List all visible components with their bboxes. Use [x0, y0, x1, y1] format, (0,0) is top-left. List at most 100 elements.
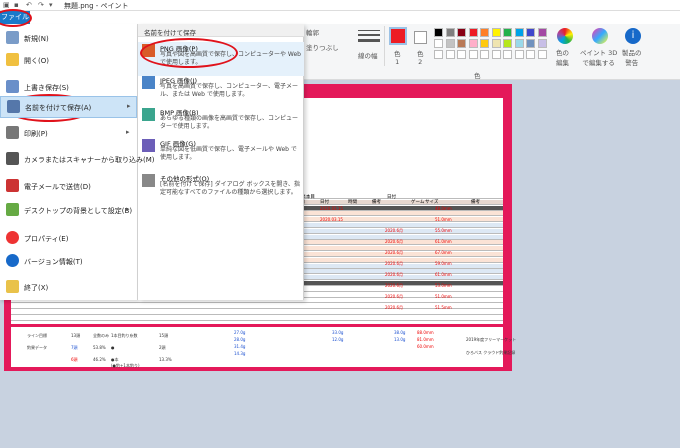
- palette-swatch[interactable]: [468, 28, 478, 37]
- palette-swatch-empty[interactable]: [514, 50, 524, 59]
- palette-swatch-empty[interactable]: [468, 50, 478, 59]
- palette-swatch-empty[interactable]: [434, 50, 443, 59]
- palette-swatch-empty[interactable]: [491, 50, 501, 59]
- file-menu-item[interactable]: 新規(N): [0, 28, 137, 50]
- colors-group-label: 色: [474, 72, 481, 80]
- divider: [384, 26, 385, 66]
- file-menu-item-label: 新規(N): [24, 35, 49, 43]
- table-size-cell: 51.0mm: [435, 294, 452, 299]
- table-date-cell: 2020.6月: [385, 294, 403, 299]
- palette-swatch[interactable]: [445, 28, 455, 37]
- file-menu-item[interactable]: 開く(O): [0, 50, 137, 72]
- table-size-cell: 55.0mm: [435, 228, 452, 233]
- table-header-cell: ゲーム: [411, 200, 425, 205]
- summary-value-cell: 88.0mm: [417, 330, 434, 335]
- palette-swatch-empty[interactable]: [445, 50, 455, 59]
- color1-label: 色 1: [394, 50, 401, 66]
- printer-icon: [6, 126, 19, 139]
- file-menu-item[interactable]: プロパティ(E): [0, 228, 137, 250]
- table-row: [11, 315, 503, 321]
- palette-swatch[interactable]: [480, 39, 489, 48]
- summary-value-cell: 13.0g: [394, 337, 406, 342]
- file-menu-item[interactable]: 名前を付けて保存(A) ▸: [0, 96, 137, 118]
- palette-swatch[interactable]: [537, 28, 547, 37]
- new-file-icon: [6, 31, 19, 44]
- customize-quick-access-icon[interactable]: ▾: [49, 1, 53, 9]
- palette-swatch[interactable]: [491, 39, 501, 48]
- save-format-option[interactable]: BMP 画像(B) あらゆる種類の画像を高画質で保存し、コンピューターで使用します…: [138, 106, 304, 140]
- table-date-cell: 2020.03.15: [320, 217, 343, 222]
- summary-cell: 15頭: [159, 333, 169, 338]
- file-menu-item-label: 名前を付けて保存(A): [25, 104, 92, 112]
- palette-swatch[interactable]: [514, 28, 524, 37]
- line-width-label: 線の幅: [358, 52, 378, 60]
- file-menu-item-label: デスクトップの背景として設定(B): [24, 207, 133, 215]
- file-menu-item[interactable]: 終了(X): [0, 277, 137, 299]
- table-date-cell: 2020.6月: [385, 305, 403, 310]
- summary-cell: 13.3%: [159, 357, 172, 362]
- summary-value-cell: 2019年度フリーマーケット: [466, 337, 517, 342]
- edit-colors-icon[interactable]: [557, 28, 573, 44]
- outline-button[interactable]: 輪郭: [306, 27, 319, 37]
- file-menu-item-label: 印刷(P): [24, 130, 48, 138]
- file-menu-item[interactable]: カメラまたはスキャナーから取り込み(M): [0, 149, 155, 171]
- line-width-icon[interactable]: [358, 30, 380, 46]
- file-menu-item[interactable]: バージョン情報(T): [0, 251, 137, 273]
- save-as-icon: [7, 100, 20, 113]
- palette-swatch[interactable]: [457, 39, 466, 48]
- save-format-option[interactable]: JPEG 画像(J) 写真を高画質で保存し、コンピューター、電子メール、または W…: [138, 74, 304, 108]
- palette-swatch[interactable]: [503, 28, 512, 37]
- palette-swatch-empty[interactable]: [537, 50, 547, 59]
- summary-cell: 1本目釣り糸数: [111, 333, 138, 338]
- table-size-cell: 51.5mm: [435, 305, 452, 310]
- summary-value-cell: 81.0mm: [417, 337, 434, 342]
- save-format-option[interactable]: GIF 画像(G) 単純な図を低画質で保存し、電子メールや Web で使用します。: [138, 137, 304, 171]
- fill-button[interactable]: 塗りつぶし: [306, 42, 339, 52]
- summary-value-cell: 33.0g: [332, 330, 344, 335]
- color2-swatch[interactable]: [414, 31, 427, 44]
- product-alert-icon[interactable]: i: [625, 28, 641, 44]
- file-menu-item[interactable]: 電子メールで送信(D): [0, 176, 137, 198]
- color1-swatch[interactable]: [389, 27, 407, 45]
- palette-swatch[interactable]: [514, 39, 524, 48]
- summary-value-cell: 12.0g: [332, 337, 344, 342]
- palette-swatch[interactable]: [468, 39, 478, 48]
- palette-swatch[interactable]: [503, 39, 512, 48]
- palette-swatch-empty[interactable]: [503, 50, 512, 59]
- palette-swatch[interactable]: [480, 28, 489, 37]
- file-menu-item[interactable]: 印刷(P) ▸: [0, 123, 137, 145]
- palette-swatch[interactable]: [434, 28, 443, 37]
- palette-swatch-empty[interactable]: [480, 50, 489, 59]
- palette-swatch[interactable]: [491, 28, 501, 37]
- ribbon-tab-row: [0, 11, 680, 24]
- table-row: [11, 310, 503, 315]
- table-date-cell: 2020.6月: [385, 261, 403, 266]
- palette-swatch[interactable]: [537, 39, 547, 48]
- save-format-option[interactable]: その他の形式(O) [名前を付けて保存] ダイアログ ボックスを開き、指定可能なす…: [138, 172, 304, 206]
- palette-swatch[interactable]: [445, 39, 455, 48]
- redo-icon[interactable]: ↷: [38, 1, 44, 9]
- save-format-description: [名前を付けて保存] ダイアログ ボックスを開き、指定可能なすべてのファイルの種…: [160, 181, 300, 196]
- file-menu-item-label: 上書き保存(S): [24, 84, 69, 92]
- palette-swatch[interactable]: [434, 39, 443, 48]
- paint3d-icon[interactable]: [592, 28, 608, 44]
- file-menu-item-label: 電子メールで送信(D): [24, 183, 91, 191]
- palette-swatch[interactable]: [526, 28, 535, 37]
- palette-swatch-empty[interactable]: [457, 50, 466, 59]
- summary-cell: 53.8%: [93, 345, 106, 350]
- undo-icon[interactable]: ↶: [26, 1, 32, 9]
- save-quick-icon[interactable]: ▪: [14, 1, 19, 9]
- summary-value-cell: 60.0mm: [417, 344, 434, 349]
- table-date-cell: 2020.03.15: [320, 206, 343, 211]
- palette-swatch[interactable]: [457, 28, 466, 37]
- paint3d-label: ペイント 3D で編集する: [580, 49, 618, 67]
- title-bar: ▣ ▪ ↶ ↷ ▾ 無題.png - ペイント: [0, 0, 680, 11]
- palette-swatch-empty[interactable]: [526, 50, 535, 59]
- summary-cell: 全数のみ: [93, 333, 109, 338]
- chevron-right-icon: ▸: [127, 102, 131, 110]
- window-title: 無題.png - ペイント: [64, 2, 129, 10]
- table-size-cell: 53.0mm: [435, 283, 452, 288]
- file-menu-item[interactable]: デスクトップの背景として設定(B) ▸: [0, 200, 137, 222]
- image-format-icon: [142, 174, 155, 187]
- palette-swatch[interactable]: [526, 39, 535, 48]
